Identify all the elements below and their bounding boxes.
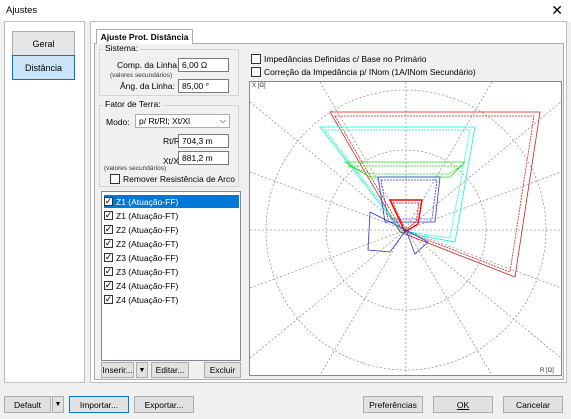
default-dropdown-button[interactable]: ▼ — [52, 396, 64, 413]
window-title: Ajustes — [6, 5, 38, 16]
imp-base-label: Impedâncias Definidas c/ Base no Primári… — [264, 54, 427, 64]
editar-button[interactable]: Editar... — [151, 362, 189, 378]
inserir-dropdown-button[interactable]: ▼ — [136, 362, 148, 378]
close-icon[interactable]: ✕ — [551, 2, 563, 19]
nav-distancia-button[interactable]: Distância — [12, 55, 75, 80]
list-item[interactable]: Z2 (Atuação-FF) — [104, 223, 239, 236]
chevron-down-icon: ▼ — [138, 366, 146, 374]
nav-panel: Geral Distância — [4, 21, 85, 383]
list-item[interactable]: Z4 (Atuação-FT) — [104, 293, 239, 306]
list-item[interactable]: Z2 (Atuação-FT) — [104, 237, 239, 250]
xt-xl-input[interactable]: 881,2 m — [178, 151, 229, 165]
default-button[interactable]: Default — [4, 396, 51, 413]
corr-imp-label: Correção da Impedância p/ INom (1A/INom … — [264, 67, 476, 77]
importar-button[interactable]: Importar... — [69, 396, 129, 413]
exportar-button[interactable]: Exportar... — [134, 396, 194, 413]
checkbox-checked-icon[interactable] — [104, 211, 113, 220]
plot-x-axis-label: R [Ω] — [540, 368, 554, 374]
chevron-down-icon: ⌵ — [219, 116, 226, 125]
nav-geral-button[interactable]: Geral — [12, 31, 75, 56]
modo-select[interactable]: p/ Rt/Rl; Xt/Xl ⌵ — [135, 114, 230, 128]
ang-linha-label: Âng. da Linha: — [120, 81, 175, 91]
checkbox-checked-icon[interactable] — [104, 239, 113, 248]
modo-label: Modo: — [106, 117, 130, 127]
modo-select-value: p/ Rt/Rl; Xt/Xl — [139, 116, 191, 126]
rt-rl-input[interactable]: 704,3 m — [178, 134, 229, 148]
remover-arco-label: Remover Resistência de Arco — [123, 174, 235, 184]
ok-button[interactable]: OK — [433, 396, 493, 413]
checkbox-checked-icon[interactable] — [104, 281, 113, 290]
list-item[interactable]: Z1 (Atuação-FT) — [104, 209, 239, 222]
zones-listbox[interactable]: Z1 (Atuação-FF) Z1 (Atuação-FT) Z2 (Atua… — [101, 191, 241, 361]
preferencias-button[interactable]: Preferências — [363, 396, 423, 413]
imp-base-checkbox[interactable] — [251, 54, 261, 64]
checkbox-checked-icon[interactable] — [104, 197, 113, 206]
list-item[interactable]: Z1 (Atuação-FF) — [104, 195, 239, 208]
fator-terra-label: Fator de Terra: — [103, 99, 163, 109]
remover-arco-checkbox[interactable] — [110, 174, 120, 184]
ang-linha-input[interactable]: 85,00 ° — [178, 79, 229, 93]
list-item[interactable]: Z3 (Atuação-FT) — [104, 265, 239, 278]
checkbox-checked-icon[interactable] — [104, 225, 113, 234]
inserir-button[interactable]: Inserir... — [101, 362, 134, 378]
valores-secundarios-label: (valores secundários) — [110, 72, 173, 79]
valores-secundarios-label-2: (valores secundários) — [104, 165, 167, 172]
sistema-group-label: Sistema: — [103, 43, 141, 53]
comp-linha-input[interactable]: 6,00 Ω — [178, 58, 229, 72]
list-item[interactable]: Z4 (Atuação-FF) — [104, 279, 239, 292]
ok-label: OK — [456, 399, 470, 410]
impedance-diagram — [249, 81, 562, 376]
title-bar — [0, 0, 571, 22]
checkbox-checked-icon[interactable] — [104, 253, 113, 262]
tab-ajuste-prot-distancia[interactable]: Ajuste Prot. Distância — [96, 29, 193, 44]
impedance-plot[interactable] — [249, 81, 562, 376]
checkbox-checked-icon[interactable] — [104, 295, 113, 304]
plot-y-axis-label: X [Ω] — [252, 83, 266, 89]
cancelar-label: Cancelar — [515, 399, 551, 410]
checkbox-checked-icon[interactable] — [104, 267, 113, 276]
excluir-button[interactable]: Excluir — [204, 362, 241, 378]
corr-imp-checkbox[interactable] — [251, 67, 261, 77]
comp-linha-label: Comp. da Linha: — [117, 60, 180, 70]
chevron-down-icon: ▼ — [54, 401, 62, 408]
cancelar-button[interactable]: Cancelar — [503, 396, 563, 413]
list-item[interactable]: Z3 (Atuação-FF) — [104, 251, 239, 264]
